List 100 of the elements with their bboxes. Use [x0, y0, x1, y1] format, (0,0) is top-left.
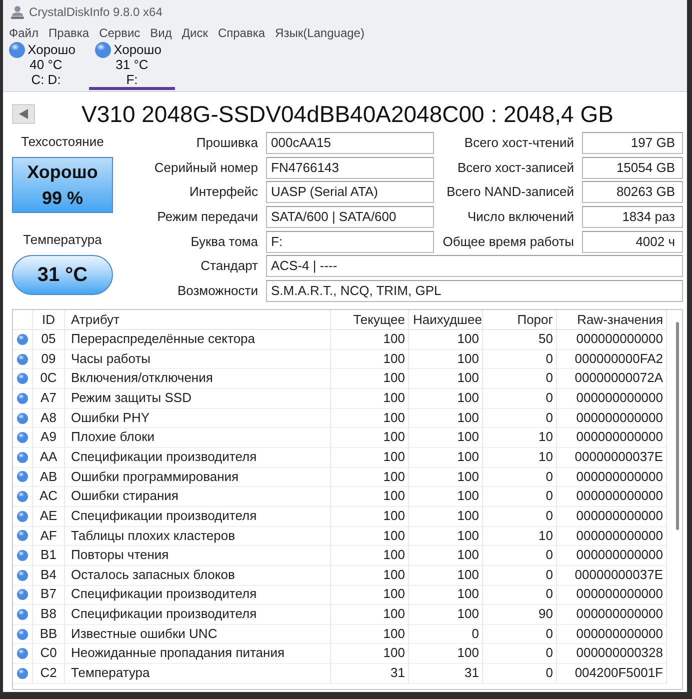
menu-item[interactable]: Файл — [4, 26, 44, 40]
table-cell: 000000000000 — [557, 389, 667, 409]
table-cell: 00000000037E — [557, 566, 667, 586]
table-cell: 100 — [331, 350, 409, 370]
table-cell: 0 — [483, 566, 557, 586]
table-cell: 000000000000 — [557, 585, 667, 606]
table-cell: 0 — [483, 389, 557, 409]
value-field: 4002 ч — [582, 230, 683, 253]
field-label: Стандарт — [200, 257, 258, 276]
table-cell: Таблицы плохих кластеров — [65, 526, 331, 546]
table-cell: B8 — [33, 605, 65, 625]
table-cell: 0C — [33, 369, 65, 390]
table-cell: 000000000000 — [557, 605, 667, 625]
column-header[interactable]: Порог — [483, 310, 557, 330]
table-cell: 100 — [331, 428, 409, 448]
table-cell: 100 — [331, 506, 409, 527]
table-cell: 100 — [409, 448, 483, 468]
table-cell: B1 — [33, 546, 65, 566]
table-cell: 31 — [331, 664, 409, 684]
table-cell: 00000000072A — [557, 369, 667, 390]
table-cell: 05 — [33, 330, 65, 350]
table-cell: 000000000000 — [557, 506, 667, 527]
table-cell: 000000000000 — [557, 408, 667, 428]
table-cell: 000000000000 — [557, 526, 667, 546]
table-cell: 100 — [331, 468, 409, 488]
value-field: 000cAA15 — [266, 132, 434, 154]
table-cell: Спецификации производителя — [65, 448, 331, 468]
drive-tab[interactable]: Хорошо 31 °C F: — [89, 42, 175, 90]
field-label: Всего хост-чтений — [463, 134, 574, 152]
window-title: CrystalDiskInfo 9.8.0 x64 — [29, 5, 162, 19]
column-header[interactable]: ID — [33, 310, 65, 330]
table-cell: 000000000000 — [557, 546, 667, 566]
field-label: Интерфейс — [188, 183, 258, 202]
value-field: 1834 раз — [582, 206, 683, 228]
table-cell: 100 — [331, 408, 409, 428]
field-label: Число включений — [466, 208, 574, 226]
table-cell: Ошибки PHY — [65, 408, 331, 428]
table-cell: Перераспределённые сектора — [65, 330, 331, 350]
health-status-button[interactable]: Хорошо 99 % — [12, 157, 113, 213]
disk-title: V310 2048G-SSDV04dBB40A2048C00 : 2048,4 GB — [80, 102, 614, 126]
health-label: Техсостояние — [21, 133, 104, 151]
field-label: Всего NAND-записей — [446, 183, 574, 202]
table-cell: 000000000328 — [557, 644, 667, 664]
back-button[interactable] — [12, 104, 35, 124]
menu-item[interactable]: Вид — [145, 26, 177, 40]
table-cell: 0 — [409, 624, 483, 644]
table-cell: Плохие блоки — [65, 428, 331, 448]
table-cell: BB — [33, 624, 65, 644]
table-cell: 10 — [483, 526, 557, 546]
table-cell: 0 — [483, 468, 557, 488]
field-label: Прошивка — [195, 134, 258, 152]
table-cell: B4 — [33, 566, 65, 586]
table-cell: 100 — [331, 448, 409, 468]
table-cell: 100 — [331, 389, 409, 409]
temperature-label: Температура — [23, 231, 102, 249]
table-cell: AF — [33, 526, 65, 546]
column-header[interactable]: Raw-значения — [557, 310, 667, 330]
value-field: 197 GB — [582, 132, 683, 154]
table-cell: 0 — [483, 624, 557, 644]
table-cell: 100 — [409, 330, 483, 350]
table-cell: 100 — [331, 624, 409, 644]
value-field: ACS-4 | ---- — [266, 255, 683, 278]
value-field: S.M.A.R.T., NCQ, TRIM, GPL — [266, 280, 683, 302]
table-cell: C2 — [33, 664, 65, 684]
menu-item[interactable]: Диск — [176, 26, 213, 40]
menu-item[interactable]: Сервис — [94, 26, 146, 40]
column-header[interactable]: Наихудшее — [409, 310, 483, 330]
table-cell: 0 — [483, 546, 557, 566]
table-cell: AB — [33, 468, 65, 488]
table-cell: 00000000037E — [557, 448, 667, 468]
field-label: Общее время работы — [442, 232, 574, 251]
column-header[interactable]: Атрибут — [65, 310, 331, 330]
table-cell: 100 — [409, 428, 483, 448]
table-cell: Температура — [65, 664, 331, 684]
menu-item[interactable]: Язык(Language) — [270, 26, 370, 40]
drive-tab[interactable]: Хорошо 40 °C C: D: — [3, 42, 89, 90]
table-cell: Ошибки программирования — [65, 468, 331, 488]
table-cell: 100 — [331, 369, 409, 390]
table-cell: Известные ошибки UNC — [65, 624, 331, 644]
table-cell: 100 — [409, 605, 483, 625]
table-cell: 100 — [409, 468, 483, 488]
column-header[interactable]: Текущее — [331, 310, 409, 330]
table-cell: 31 — [409, 664, 483, 684]
table-cell: 100 — [409, 389, 483, 409]
table-cell: 0 — [483, 644, 557, 664]
menu-item[interactable]: Справка — [212, 26, 270, 40]
temperature-button[interactable]: 31 °C — [12, 255, 113, 295]
menu-item[interactable]: Правка — [44, 26, 94, 40]
table-cell: 100 — [331, 605, 409, 625]
table-cell: 000000000000 — [557, 468, 667, 488]
table-cell: 0 — [483, 408, 557, 428]
table-cell: 100 — [409, 350, 483, 370]
scrollbar-thumb[interactable] — [676, 322, 679, 530]
table-cell: 100 — [409, 546, 483, 566]
field-label: Режим передачи — [156, 208, 258, 226]
table-cell: Режим защиты SSD — [65, 389, 331, 409]
value-field: F: — [266, 230, 434, 253]
value-field: 80263 GB — [582, 181, 683, 204]
table-cell: 000000000000 — [557, 330, 667, 350]
value-field: FN4766143 — [266, 156, 434, 179]
